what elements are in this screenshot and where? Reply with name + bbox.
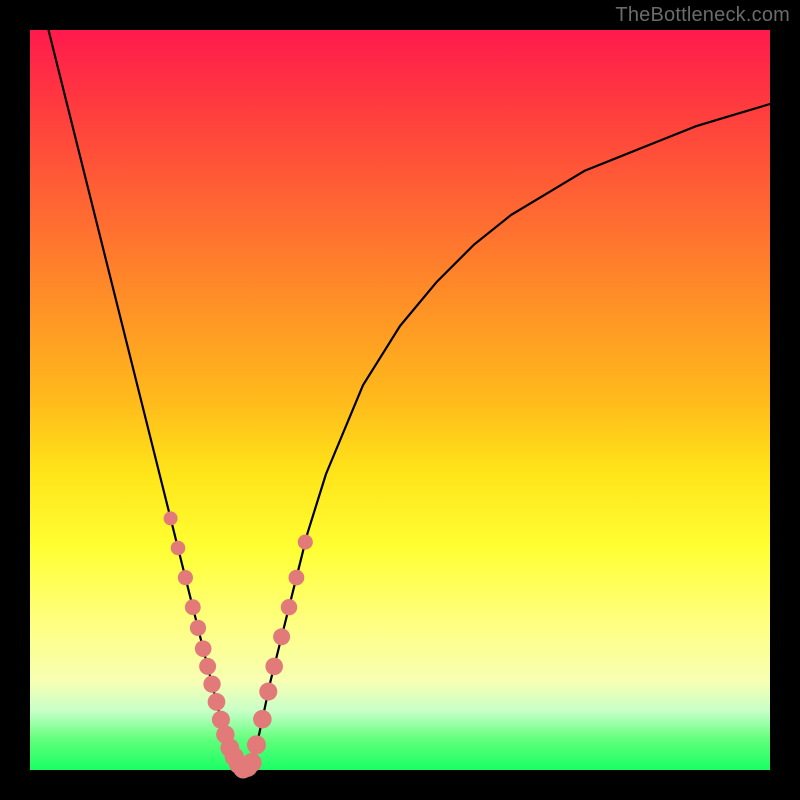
bottleneck-curve (30, 0, 770, 770)
marker-dot (190, 620, 206, 636)
marker-dot (253, 710, 272, 729)
marker-dot (185, 599, 201, 615)
plot-area (30, 30, 770, 770)
marker-dot (242, 753, 261, 772)
marker-dot (171, 541, 186, 556)
marker-dot (199, 658, 216, 675)
marker-dot (298, 535, 313, 550)
marker-dot (273, 628, 290, 645)
marker-dot (265, 658, 283, 676)
marker-dot (195, 640, 212, 657)
marker-dot (281, 599, 297, 615)
marker-dot (259, 683, 277, 701)
marker-dot (164, 511, 178, 525)
chart-svg (30, 30, 770, 770)
marker-dot (178, 570, 193, 585)
marker-dot (208, 693, 226, 711)
curve-path (30, 0, 770, 770)
marker-dot (289, 570, 305, 586)
chart-frame: TheBottleneck.com (0, 0, 800, 800)
marker-dot (247, 735, 266, 754)
marker-dot (203, 675, 220, 692)
highlighted-points (164, 511, 313, 778)
watermark-text: TheBottleneck.com (615, 4, 790, 27)
